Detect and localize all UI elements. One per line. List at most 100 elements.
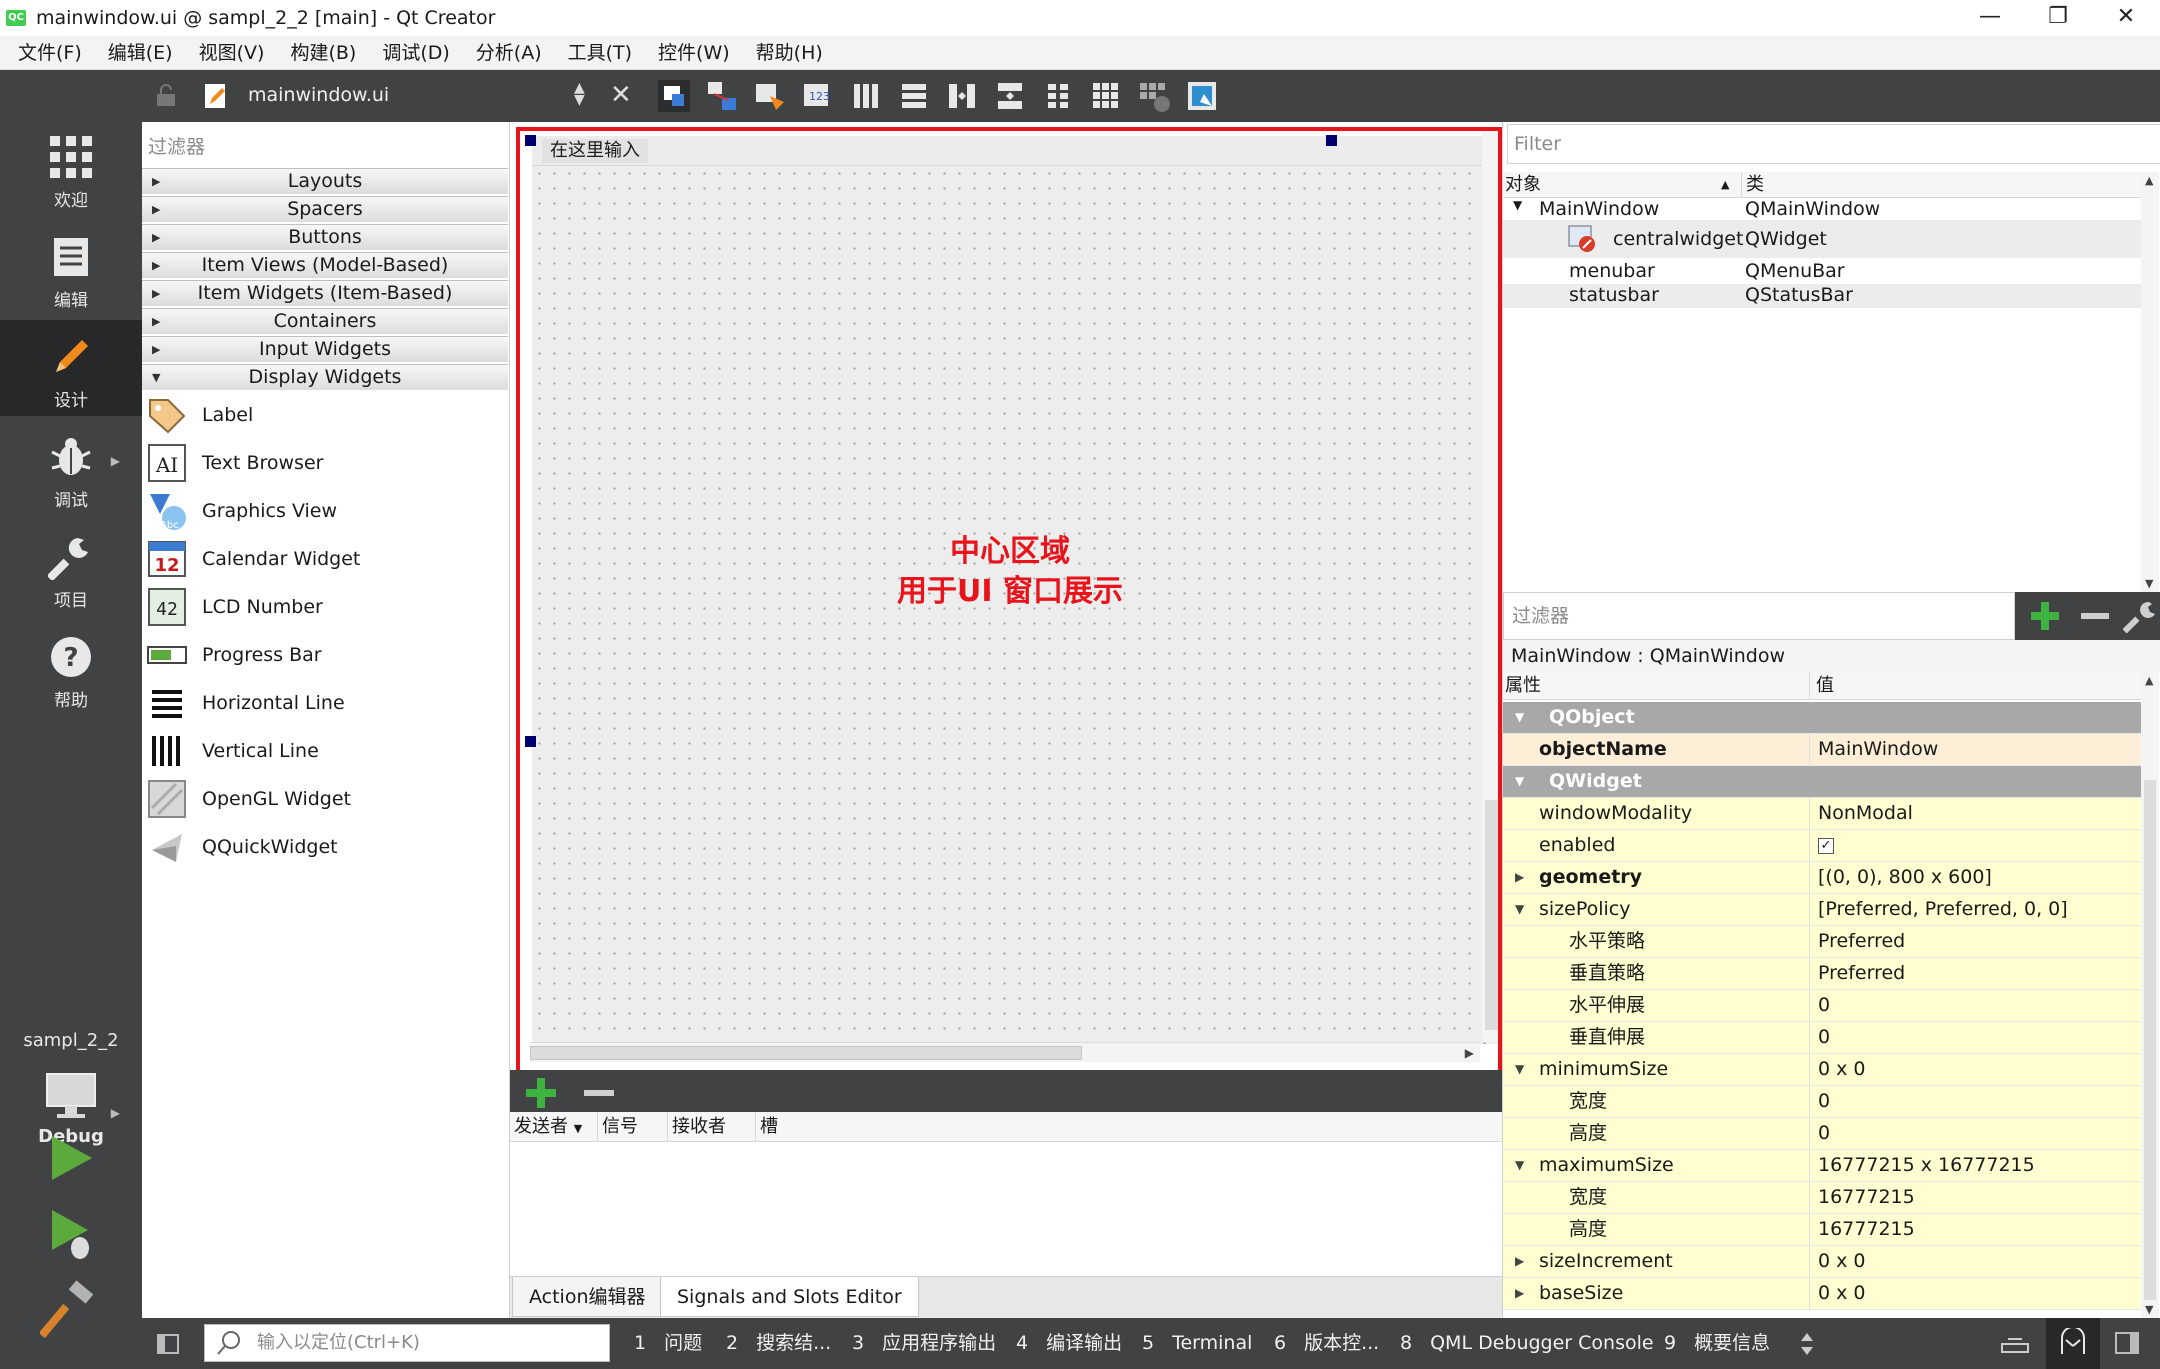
output-tab-version-control[interactable]: 6 版本控... xyxy=(1274,1318,1379,1368)
widget-item-lcd-number[interactable]: 42 LCD Number xyxy=(146,584,506,630)
property-value[interactable]: MainWindow xyxy=(1809,734,2141,765)
scroll-down-arrow-icon[interactable]: ▼ xyxy=(2145,1303,2153,1316)
property-group-qwidget[interactable]: ▼ QWidget xyxy=(1503,766,2141,798)
layout-horizontal-icon[interactable] xyxy=(848,78,884,114)
maximize-button[interactable]: ❐ xyxy=(2024,0,2092,36)
widget-item-horizontal-line[interactable]: Horizontal Line xyxy=(146,680,506,726)
property-value[interactable]: 16777215 xyxy=(1809,1182,2141,1213)
widget-box-filter-input[interactable]: 过滤器 xyxy=(148,132,205,159)
remove-connection-icon[interactable] xyxy=(580,1074,618,1112)
layout-form-icon[interactable] xyxy=(1040,78,1076,114)
property-value[interactable]: Preferred xyxy=(1809,958,2141,989)
scrollbar-thumb[interactable] xyxy=(530,1046,1082,1060)
scroll-up-arrow-icon[interactable]: ▲ xyxy=(2145,674,2153,687)
widget-item-graphics-view[interactable]: Abc Graphics View xyxy=(146,488,506,534)
collapse-arrow-icon[interactable]: ▼ xyxy=(1515,1054,1524,1085)
widget-item-progress-bar[interactable]: Progress Bar xyxy=(146,632,506,678)
widget-item-opengl[interactable]: OpenGL Widget xyxy=(146,776,506,822)
menu-debug[interactable]: 调试(D) xyxy=(369,36,462,70)
locator-input[interactable]: 输入以定位(Ctrl+K) xyxy=(204,1324,610,1362)
enabled-checkbox[interactable]: ✓ xyxy=(1818,837,1834,854)
canvas-vertical-scrollbar[interactable] xyxy=(1482,130,1502,1042)
scrollbar-thumb[interactable] xyxy=(2144,780,2156,1300)
property-row-enabled[interactable]: enabled ✓ xyxy=(1503,830,2141,862)
property-value[interactable]: 0 x 0 xyxy=(1809,1246,2141,1277)
menu-widgets[interactable]: 控件(W) xyxy=(645,36,743,70)
add-connection-icon[interactable] xyxy=(522,1074,560,1112)
property-value[interactable]: NonModal xyxy=(1809,798,2141,829)
property-row-geometry[interactable]: ▶ geometry [(0, 0), 800 x 600] xyxy=(1503,862,2141,894)
property-row-sizepolicy[interactable]: ▼ sizePolicy [Preferred, Preferred, 0, 0… xyxy=(1503,894,2141,926)
category-spacers[interactable]: ▶ Spacers xyxy=(142,196,508,222)
object-row-statusbar[interactable]: statusbar QStatusBar xyxy=(1503,284,2141,308)
property-row-hstretch[interactable]: 水平伸展 0 xyxy=(1503,990,2141,1022)
category-item-views[interactable]: ▶ Item Views (Model-Based) xyxy=(142,252,508,278)
layout-vertical-splitter-icon[interactable] xyxy=(992,78,1028,114)
adjust-size-icon[interactable] xyxy=(1184,78,1220,114)
lock-icon[interactable] xyxy=(154,84,178,108)
property-row-objectname[interactable]: objectName MainWindow xyxy=(1503,734,2141,766)
widget-item-text-browser[interactable]: AI Text Browser xyxy=(146,440,506,486)
property-row-min-width[interactable]: 宽度 0 xyxy=(1503,1086,2141,1118)
property-value[interactable]: [(0, 0), 800 x 600] xyxy=(1809,862,2141,893)
menu-tools[interactable]: 工具(T) xyxy=(555,36,645,70)
mode-help[interactable]: ? 帮助 xyxy=(0,620,142,716)
expand-arrow-icon[interactable]: ▶ xyxy=(1515,1246,1524,1277)
category-containers[interactable]: ▶ Containers xyxy=(142,308,508,334)
edit-buddies-icon[interactable] xyxy=(752,78,788,114)
property-row-windowmodality[interactable]: windowModality NonModal xyxy=(1503,798,2141,830)
menu-edit[interactable]: 编辑(E) xyxy=(95,36,186,70)
toggle-sidebar-icon[interactable] xyxy=(156,1332,180,1356)
object-row-mainwindow[interactable]: ▼ MainWindow QMainWindow xyxy=(1503,198,2141,220)
category-item-widgets[interactable]: ▶ Item Widgets (Item-Based) xyxy=(142,280,508,306)
layout-grid-icon[interactable] xyxy=(1088,78,1124,114)
output-tab-application-output[interactable]: 3 应用程序输出 xyxy=(852,1318,996,1368)
menu-view[interactable]: 视图(V) xyxy=(186,36,278,70)
widget-item-qquickwidget[interactable]: QQuickWidget xyxy=(146,824,506,870)
property-row-basesize[interactable]: ▶ baseSize 0 x 0 xyxy=(1503,1278,2141,1310)
open-document-name[interactable]: mainwindow.ui xyxy=(248,84,389,106)
configure-wrench-icon[interactable] xyxy=(2123,598,2159,634)
add-dynamic-property-icon[interactable] xyxy=(2027,598,2063,634)
property-filter-input[interactable]: 过滤器 xyxy=(1503,592,2015,640)
column-slot[interactable]: 槽 xyxy=(756,1112,876,1141)
property-row-vstretch[interactable]: 垂直伸展 0 xyxy=(1503,1022,2141,1054)
output-tab-search-results[interactable]: 2 搜索结... xyxy=(726,1318,831,1368)
menu-file[interactable]: 文件(F) xyxy=(0,36,95,70)
property-value[interactable]: 0 xyxy=(1809,1118,2141,1149)
column-object[interactable]: 对象 xyxy=(1505,172,1541,198)
property-group-qobject[interactable]: ▼ QObject xyxy=(1503,702,2141,734)
property-value[interactable]: 0 xyxy=(1809,1086,2141,1117)
tab-action-editor[interactable]: Action编辑器 xyxy=(512,1277,663,1317)
expand-arrow-icon[interactable]: ▶ xyxy=(1515,1278,1524,1309)
scroll-down-arrow-icon[interactable]: ▼ xyxy=(2145,577,2153,590)
output-tab-issues[interactable]: 1 问题 xyxy=(634,1318,702,1368)
property-value[interactable]: 0 x 0 xyxy=(1809,1278,2141,1309)
column-class[interactable]: 类 xyxy=(1741,172,1764,198)
mode-projects[interactable]: 项目 xyxy=(0,520,142,616)
property-value[interactable]: 0 x 0 xyxy=(1809,1054,2141,1085)
property-value[interactable]: Preferred xyxy=(1809,926,2141,957)
column-sender[interactable]: 发送者 ▼ xyxy=(510,1112,598,1141)
mode-welcome[interactable]: 欢迎 xyxy=(0,120,142,216)
category-layouts[interactable]: ▶ Layouts xyxy=(142,168,508,194)
object-row-centralwidget[interactable]: centralwidget QWidget xyxy=(1503,220,2141,258)
run-icon[interactable] xyxy=(40,1128,100,1188)
widget-item-calendar[interactable]: 12 Calendar Widget xyxy=(146,536,506,582)
property-editor-scrollbar[interactable]: ▲ ▼ xyxy=(2141,672,2159,1318)
output-tab-terminal[interactable]: 5 Terminal xyxy=(1142,1318,1252,1368)
output-tab-qml-debugger-console[interactable]: 8 QML Debugger Console xyxy=(1400,1318,1654,1368)
scroll-up-arrow-icon[interactable]: ▲ xyxy=(2145,174,2153,187)
resize-handle-top[interactable] xyxy=(1326,135,1337,146)
property-row-maximumsize[interactable]: ▼ maximumSize 16777215 x 16777215 xyxy=(1503,1150,2141,1182)
property-row-max-width[interactable]: 宽度 16777215 xyxy=(1503,1182,2141,1214)
layout-vertical-icon[interactable] xyxy=(896,78,932,114)
break-layout-icon[interactable] xyxy=(1136,78,1172,114)
category-input-widgets[interactable]: ▶ Input Widgets xyxy=(142,336,508,362)
column-property[interactable]: 属性 xyxy=(1505,672,1541,700)
expand-arrow-icon[interactable]: ▶ xyxy=(1515,862,1524,893)
build-hammer-icon[interactable] xyxy=(40,1280,100,1340)
document-switch-icon[interactable]: ▲ ▼ xyxy=(574,81,585,107)
scroll-right-arrow-icon[interactable]: ▶ xyxy=(1465,1043,1474,1063)
mode-debug[interactable]: 调试 ▶ xyxy=(0,420,142,516)
